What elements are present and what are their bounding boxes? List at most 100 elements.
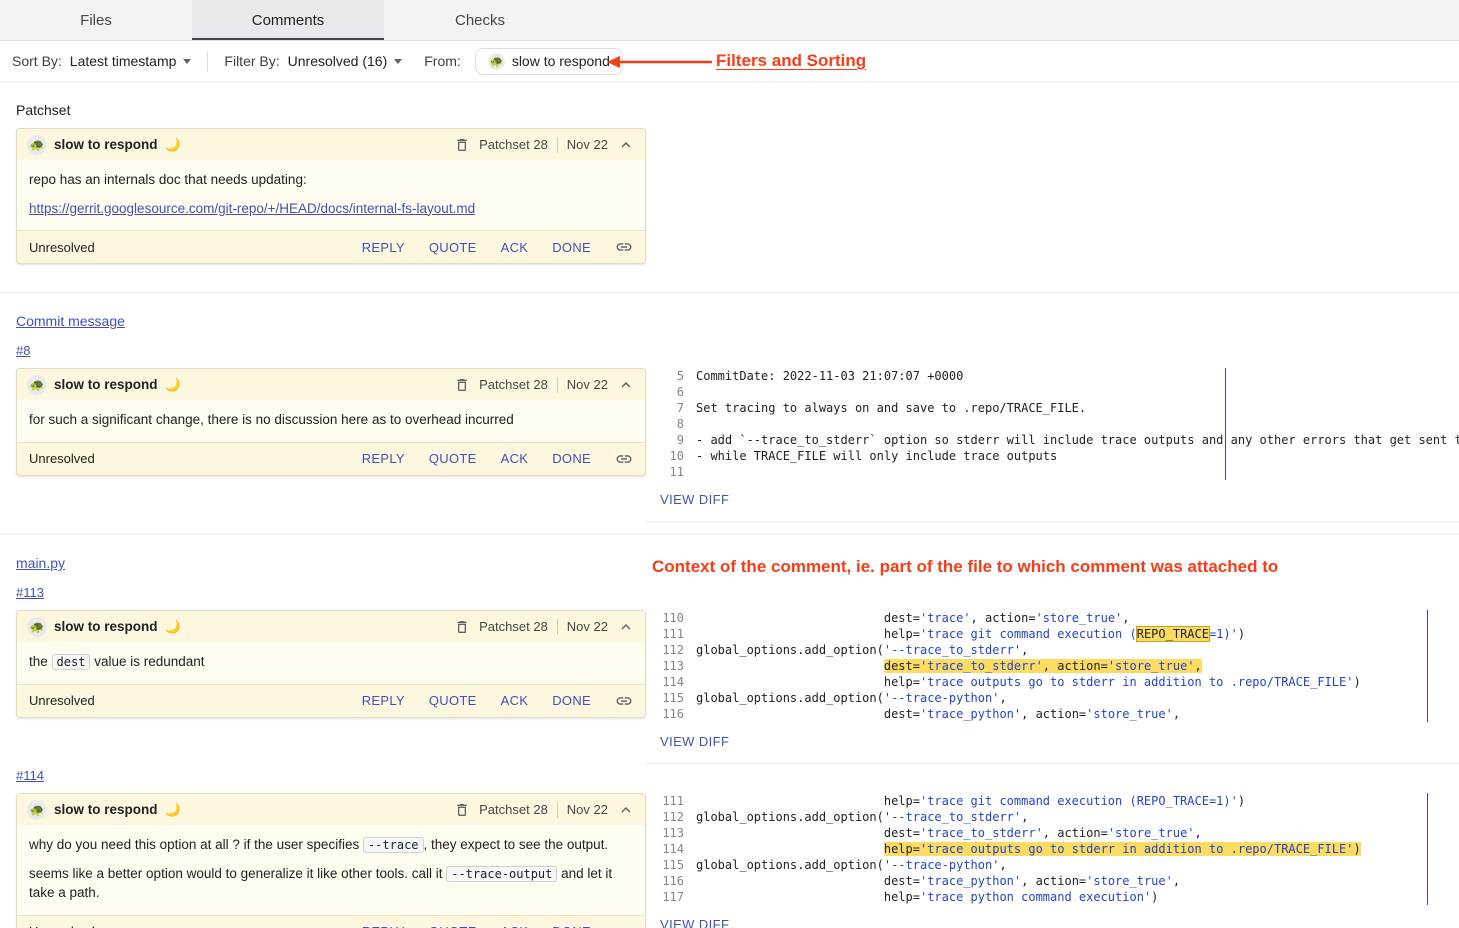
- tab-checks[interactable]: Checks: [384, 0, 576, 40]
- line-number: 111: [658, 626, 696, 642]
- comment-card: 🐢 slow to respond 🌙 Patchset 28 Nov 22 r…: [16, 128, 646, 264]
- section-title: Patchset: [16, 102, 70, 118]
- comment-card: 🐢 slow to respond 🌙 Patchset 28 Nov 22 t…: [16, 610, 646, 718]
- code-text: help='trace python command execution'): [696, 889, 1158, 905]
- comment-paragraph: why do you need this option at all ? if …: [29, 835, 633, 855]
- patchset-label: Patchset 28: [479, 137, 548, 152]
- comment-date: Nov 22: [567, 802, 608, 817]
- tab-files[interactable]: Files: [0, 0, 192, 40]
- delete-comment-button[interactable]: [454, 377, 470, 393]
- annotation-context: Context of the comment, ie. part of the …: [652, 557, 1278, 577]
- line-number: 116: [658, 873, 696, 889]
- line-anchor-link[interactable]: #114: [16, 768, 44, 783]
- line-number: 114: [658, 674, 696, 690]
- collapse-button[interactable]: [617, 376, 635, 394]
- comment-card: 🐢 slow to respond 🌙 Patchset 28 Nov 22 w…: [16, 793, 646, 928]
- line-number: 115: [658, 857, 696, 873]
- comment-thread: 🐢 slow to respond 🌙 Patchset 28 Nov 22 t…: [0, 610, 1459, 764]
- quote-button[interactable]: QUOTE: [429, 451, 477, 466]
- diff-line: 117 help='trace python command execution…: [658, 889, 1459, 905]
- diff-line: 7Set tracing to always on and save to .r…: [658, 400, 1459, 416]
- copy-link-icon[interactable]: [615, 238, 633, 256]
- ack-button[interactable]: ACK: [501, 924, 529, 928]
- code-text: dest='trace_python', action='store_true'…: [696, 873, 1180, 889]
- line-number: 110: [658, 610, 696, 626]
- filter-bar: Sort By: Latest timestamp Filter By: Unr…: [0, 41, 1459, 82]
- code-text: global_options.add_option('--trace_to_st…: [696, 809, 1028, 825]
- diff-line: 114 help='trace outputs go to stderr in …: [658, 674, 1459, 690]
- view-diff-link[interactable]: VIEW DIFF: [660, 734, 729, 749]
- copy-link-icon[interactable]: [615, 923, 633, 928]
- comment-header: 🐢 slow to respond 🌙 Patchset 28 Nov 22: [17, 129, 645, 160]
- sort-by-dropdown[interactable]: Latest timestamp: [70, 53, 192, 69]
- line-number: 111: [658, 793, 696, 809]
- comment-date: Nov 22: [567, 377, 608, 392]
- reply-button[interactable]: REPLY: [362, 240, 405, 255]
- comment-text: the: [29, 654, 52, 669]
- comment-author: slow to respond: [54, 619, 158, 634]
- code-text: - while TRACE_FILE will only include tra…: [696, 448, 1057, 464]
- reply-button[interactable]: REPLY: [362, 451, 405, 466]
- comment-text: value is redundant: [90, 654, 204, 669]
- comment-body: for such a significant change, there is …: [17, 400, 645, 442]
- code-text: dest='trace_to_stderr', action='store_tr…: [696, 658, 1202, 674]
- line-anchor-link[interactable]: #113: [16, 585, 44, 600]
- collapse-button[interactable]: [617, 136, 635, 154]
- section-main-py: Context of the comment, ie. part of the …: [0, 534, 1459, 928]
- comment-header: 🐢 slow to respond 🌙 Patchset 28 Nov 22: [17, 794, 645, 825]
- diff-line: 116 dest='trace_python', action='store_t…: [658, 873, 1459, 889]
- avatar: 🐢: [27, 135, 47, 155]
- code-text: [696, 416, 703, 432]
- quote-button[interactable]: QUOTE: [429, 924, 477, 928]
- diff-line: 116 dest='trace_python', action='store_t…: [658, 706, 1459, 722]
- from-user-chip[interactable]: 🐢 slow to respond: [475, 48, 623, 75]
- moon-status-emoji: 🌙: [165, 137, 181, 153]
- done-button[interactable]: DONE: [552, 240, 591, 255]
- tab-comments[interactable]: Comments: [192, 0, 384, 40]
- delete-comment-button[interactable]: [454, 619, 470, 635]
- ack-button[interactable]: ACK: [501, 240, 529, 255]
- view-diff-link[interactable]: VIEW DIFF: [660, 917, 729, 928]
- done-button[interactable]: DONE: [552, 451, 591, 466]
- delete-comment-button[interactable]: [454, 802, 470, 818]
- delete-comment-button[interactable]: [454, 137, 470, 153]
- line-number: 7: [658, 400, 696, 416]
- code-text: CommitDate: 2022-11-03 21:07:07 +0000: [696, 368, 963, 384]
- line-number: 114: [658, 841, 696, 857]
- patchset-label: Patchset 28: [479, 802, 548, 817]
- ack-button[interactable]: ACK: [501, 693, 529, 708]
- code-text: global_options.add_option('--trace-pytho…: [696, 690, 1007, 706]
- ack-button[interactable]: ACK: [501, 451, 529, 466]
- collapse-button[interactable]: [617, 618, 635, 636]
- moon-status-emoji: 🌙: [165, 377, 181, 393]
- quote-button[interactable]: QUOTE: [429, 240, 477, 255]
- line-number: 10: [658, 448, 696, 464]
- comment-author: slow to respond: [54, 377, 158, 392]
- line-number: 112: [658, 809, 696, 825]
- reply-button[interactable]: REPLY: [362, 924, 405, 928]
- reply-button[interactable]: REPLY: [362, 693, 405, 708]
- filter-by-value: Unresolved (16): [288, 53, 388, 69]
- patchset-label: Patchset 28: [479, 619, 548, 634]
- file-link-main-py[interactable]: main.py: [16, 555, 65, 571]
- line-anchor-link[interactable]: #8: [16, 343, 30, 358]
- quote-button[interactable]: QUOTE: [429, 693, 477, 708]
- done-button[interactable]: DONE: [552, 924, 591, 928]
- filter-by-dropdown[interactable]: Unresolved (16): [288, 53, 403, 69]
- line-number: 113: [658, 825, 696, 841]
- copy-link-icon[interactable]: [615, 450, 633, 468]
- diff-context-pane: 110 dest='trace', action='store_true',11…: [646, 610, 1459, 764]
- comment-url-link[interactable]: https://gerrit.googlesource.com/git-repo…: [29, 201, 475, 216]
- copy-link-icon[interactable]: [615, 692, 633, 710]
- file-link-commit-message[interactable]: Commit message: [16, 313, 125, 329]
- done-button[interactable]: DONE: [552, 693, 591, 708]
- diff-column-marker: [1427, 610, 1428, 722]
- avatar: 🐢: [488, 53, 505, 70]
- tab-bar: Files Comments Checks: [0, 0, 1459, 41]
- view-diff-link[interactable]: VIEW DIFF: [660, 492, 729, 507]
- collapse-button[interactable]: [617, 801, 635, 819]
- comment-header: 🐢 slow to respond 🌙 Patchset 28 Nov 22: [17, 611, 645, 642]
- diff-line: 5CommitDate: 2022-11-03 21:07:07 +0000: [658, 368, 1459, 384]
- comment-body: why do you need this option at all ? if …: [17, 825, 645, 915]
- line-number: 5: [658, 368, 696, 384]
